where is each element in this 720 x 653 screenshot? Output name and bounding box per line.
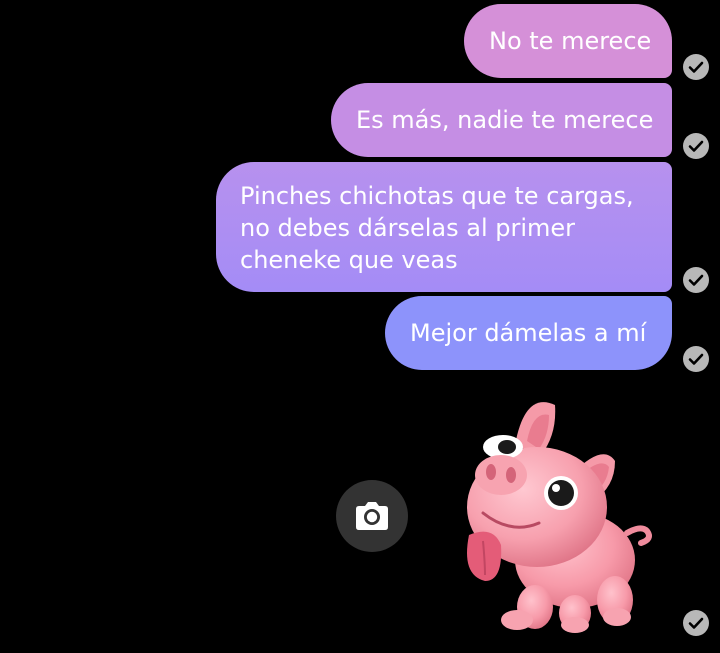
sent-check-icon xyxy=(683,133,709,159)
pig-sticker-icon xyxy=(467,402,652,633)
pig-sticker[interactable] xyxy=(455,395,655,635)
message-text: No te merece xyxy=(489,27,652,55)
message-bubble[interactable]: Es más, nadie te merece xyxy=(331,83,672,157)
sent-check-icon xyxy=(683,346,709,372)
message-text-line: Pinches chichotas que te cargas, xyxy=(240,182,634,210)
camera-button[interactable] xyxy=(336,480,408,552)
message-text-line: cheneke que veas xyxy=(240,246,458,274)
sent-check-icon xyxy=(683,610,709,636)
message-bubble[interactable]: No te merece xyxy=(464,4,672,78)
camera-icon xyxy=(356,502,388,530)
sent-check-icon xyxy=(683,267,709,293)
message-bubble[interactable]: Pinches chichotas que te cargas, no debe… xyxy=(216,162,672,292)
sent-check-icon xyxy=(683,54,709,80)
message-text: Mejor dámelas a mí xyxy=(410,319,647,347)
message-bubble[interactable]: Mejor dámelas a mí xyxy=(385,296,672,370)
message-text-line: no debes dárselas al primer xyxy=(240,214,576,242)
message-text: Es más, nadie te merece xyxy=(356,106,654,134)
